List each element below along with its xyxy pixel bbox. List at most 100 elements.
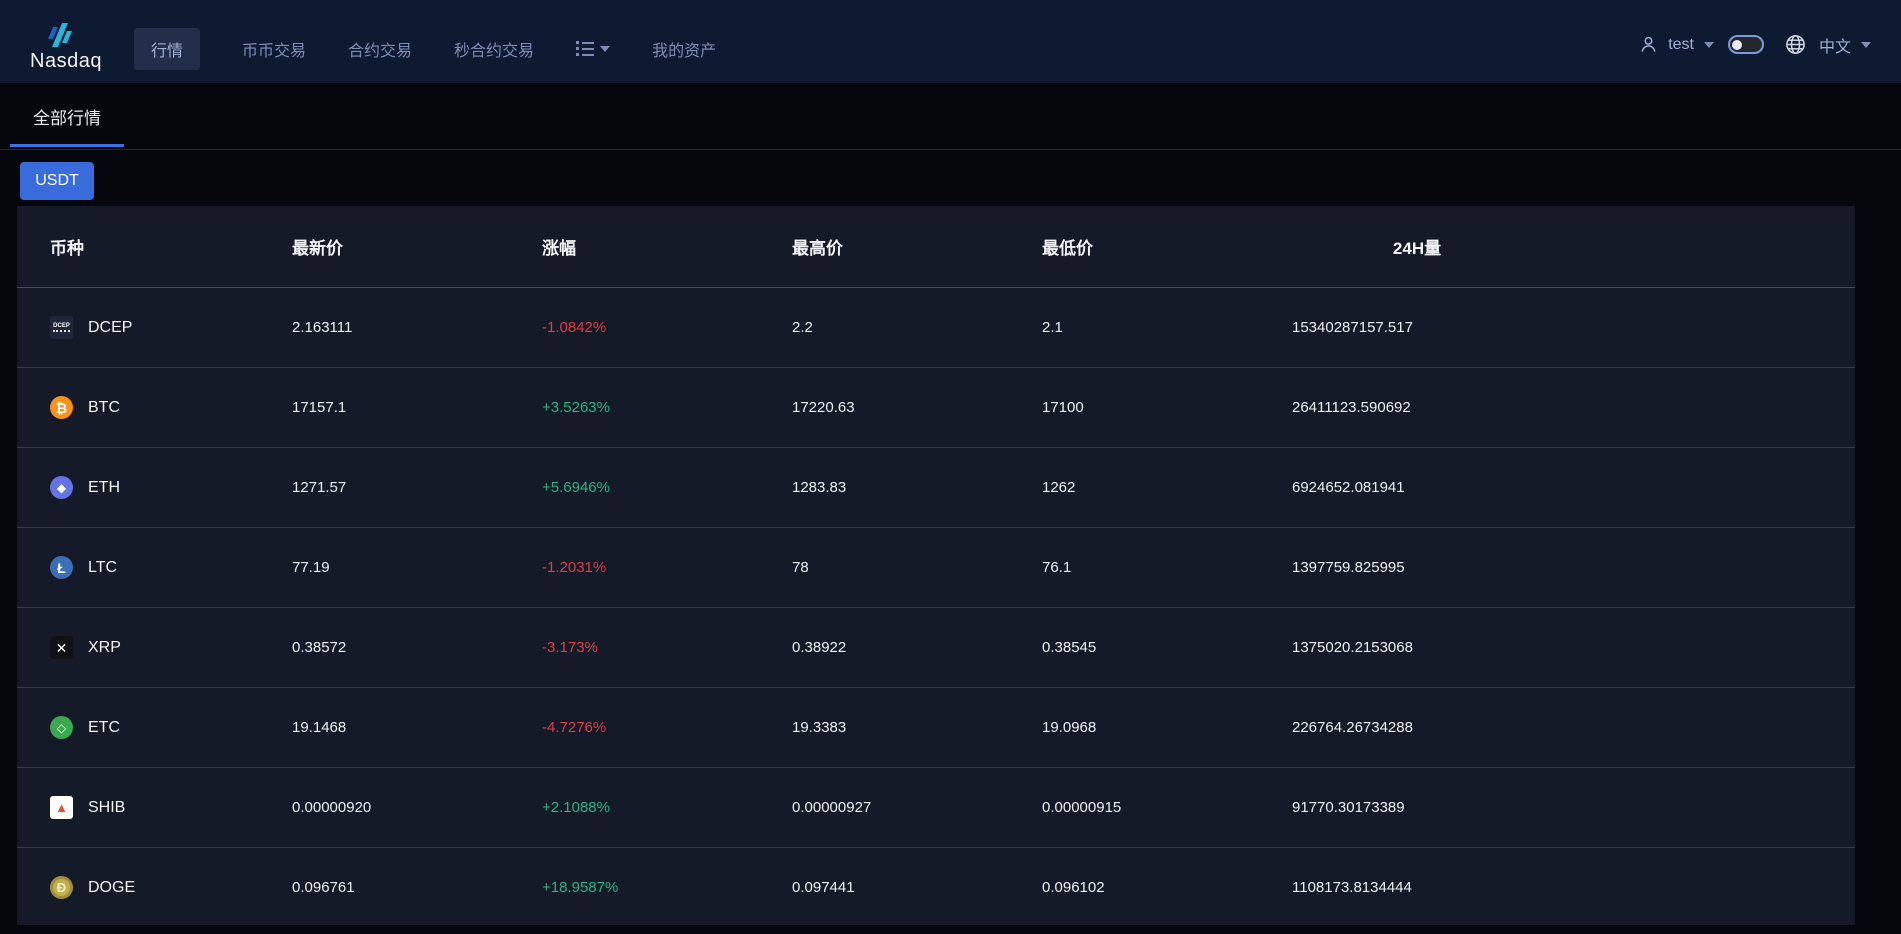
brand-logo[interactable]: Nasdaq: [30, 17, 116, 71]
low-price-cell: 76.1: [1042, 559, 1292, 576]
low-price-cell: 0.096102: [1042, 879, 1292, 896]
last-price-cell: 19.1468: [292, 719, 542, 736]
last-price-cell: 17157.1: [292, 399, 542, 416]
table-header-row: 币种 最新价 涨幅 最高价 最低价 24H量: [17, 206, 1855, 288]
coin-symbol: DOGE: [88, 879, 135, 897]
high-price-cell: 0.00000927: [792, 799, 1042, 816]
table-row-xrp[interactable]: ✕ XRP 0.38572 -3.173% 0.38922 0.38545 13…: [17, 608, 1855, 688]
coin-symbol: BTC: [88, 399, 120, 417]
table-row-shib[interactable]: ▲ SHIB 0.00000920 +2.1088% 0.00000927 0.…: [17, 768, 1855, 848]
tab-all-markets-label: 全部行情: [33, 109, 101, 128]
high-price-cell: 1283.83: [792, 479, 1042, 496]
volume-cell: 6924652.081941: [1292, 479, 1542, 496]
navbar-right: test 中文: [1639, 33, 1871, 57]
top-navbar: Nasdaq 行情 币币交易 合约交易 秒合约交易 我的资产 test 中文: [0, 0, 1901, 83]
eth-icon: ◆: [50, 476, 73, 499]
column-header-coin: 币种: [50, 234, 292, 259]
coin-cell: ▲ SHIB: [50, 796, 292, 819]
coin-symbol: ETH: [88, 479, 120, 497]
table-row-doge[interactable]: Ð DOGE 0.096761 +18.9587% 0.097441 0.096…: [17, 848, 1855, 925]
coin-symbol: XRP: [88, 639, 121, 657]
tab-bar: 全部行情: [0, 83, 1901, 150]
globe-icon[interactable]: [1784, 33, 1807, 56]
low-price-cell: 1262: [1042, 479, 1292, 496]
coin-cell: ◆ ETH: [50, 476, 292, 499]
nav-item-contract-trading[interactable]: 合约交易: [348, 28, 412, 70]
volume-cell: 226764.26734288: [1292, 719, 1542, 736]
coin-symbol: ETC: [88, 719, 120, 737]
coin-cell: ₿ BTC: [50, 396, 292, 419]
usdt-filter-button[interactable]: USDT: [20, 162, 94, 200]
table-body: DCEP DCEP 2.163111 -1.0842% 2.2 2.1 1534…: [17, 288, 1855, 925]
table-row-eth[interactable]: ◆ ETH 1271.57 +5.6946% 1283.83 1262 6924…: [17, 448, 1855, 528]
table-row-etc[interactable]: ◇ ETC 19.1468 -4.7276% 19.3383 19.0968 2…: [17, 688, 1855, 768]
last-price-cell: 77.19: [292, 559, 542, 576]
nav-item-second-contract[interactable]: 秒合约交易: [454, 28, 534, 70]
brand-name: Nasdaq: [30, 51, 102, 71]
language-selector[interactable]: 中文: [1819, 33, 1851, 57]
change-cell: +5.6946%: [542, 479, 792, 496]
volume-cell: 91770.30173389: [1292, 799, 1542, 816]
tab-all-markets[interactable]: 全部行情: [33, 104, 101, 145]
market-table: 币种 最新价 涨幅 最高价 最低价 24H量 DCEP DCEP 2.16311…: [17, 206, 1855, 925]
change-cell: -1.0842%: [542, 319, 792, 336]
language-chevron-down-icon[interactable]: [1861, 42, 1871, 48]
user-chevron-down-icon[interactable]: [1704, 42, 1714, 48]
last-price-cell: 0.096761: [292, 879, 542, 896]
chevron-down-icon: [600, 46, 610, 52]
main-nav: 行情 币币交易 合约交易 秒合约交易 我的资产: [134, 28, 716, 70]
dcep-icon: DCEP: [50, 316, 73, 339]
doge-icon: Ð: [50, 876, 73, 899]
volume-cell: 15340287157.517: [1292, 319, 1542, 336]
coin-symbol: LTC: [88, 559, 117, 577]
theme-toggle[interactable]: [1728, 35, 1764, 54]
volume-cell: 26411123.590692: [1292, 399, 1542, 416]
ltc-icon: Ł: [50, 556, 73, 579]
column-header-change: 涨幅: [542, 234, 792, 259]
etc-icon: ◇: [50, 716, 73, 739]
volume-cell: 1108173.8134444: [1292, 879, 1542, 896]
column-header-volume: 24H量: [1292, 234, 1542, 259]
change-cell: -4.7276%: [542, 719, 792, 736]
coin-cell: ◇ ETC: [50, 716, 292, 739]
coin-symbol: SHIB: [88, 799, 125, 817]
nav-item-my-assets[interactable]: 我的资产: [652, 28, 716, 70]
toggle-knob: [1732, 40, 1742, 50]
nav-orders-menu[interactable]: [576, 32, 610, 65]
change-cell: -3.173%: [542, 639, 792, 656]
high-price-cell: 2.2: [792, 319, 1042, 336]
table-row-ltc[interactable]: Ł LTC 77.19 -1.2031% 78 76.1 1397759.825…: [17, 528, 1855, 608]
table-row-btc[interactable]: ₿ BTC 17157.1 +3.5263% 17220.63 17100 26…: [17, 368, 1855, 448]
nav-item-spot-trading[interactable]: 币币交易: [242, 28, 306, 70]
volume-cell: 1375020.2153068: [1292, 639, 1542, 656]
change-cell: +2.1088%: [542, 799, 792, 816]
nasdaq-logo-icon: [42, 17, 78, 53]
column-header-low: 最低价: [1042, 234, 1292, 259]
xrp-icon: ✕: [50, 636, 73, 659]
change-cell: -1.2031%: [542, 559, 792, 576]
table-row-dcep[interactable]: DCEP DCEP 2.163111 -1.0842% 2.2 2.1 1534…: [17, 288, 1855, 368]
user-icon: [1639, 35, 1658, 54]
low-price-cell: 2.1: [1042, 319, 1292, 336]
coin-cell: ✕ XRP: [50, 636, 292, 659]
last-price-cell: 0.38572: [292, 639, 542, 656]
high-price-cell: 17220.63: [792, 399, 1042, 416]
low-price-cell: 0.00000915: [1042, 799, 1292, 816]
nav-item-markets[interactable]: 行情: [134, 28, 200, 70]
low-price-cell: 19.0968: [1042, 719, 1292, 736]
coin-symbol: DCEP: [88, 319, 132, 337]
active-tab-underline: [10, 144, 124, 147]
change-cell: +18.9587%: [542, 879, 792, 896]
coin-cell: Ł LTC: [50, 556, 292, 579]
username-menu[interactable]: test: [1668, 36, 1694, 54]
list-icon: [576, 41, 594, 56]
volume-cell: 1397759.825995: [1292, 559, 1542, 576]
low-price-cell: 17100: [1042, 399, 1292, 416]
shib-icon: ▲: [50, 796, 73, 819]
change-cell: +3.5263%: [542, 399, 792, 416]
high-price-cell: 19.3383: [792, 719, 1042, 736]
high-price-cell: 78: [792, 559, 1042, 576]
column-header-last-price: 最新价: [292, 234, 542, 259]
high-price-cell: 0.38922: [792, 639, 1042, 656]
high-price-cell: 0.097441: [792, 879, 1042, 896]
